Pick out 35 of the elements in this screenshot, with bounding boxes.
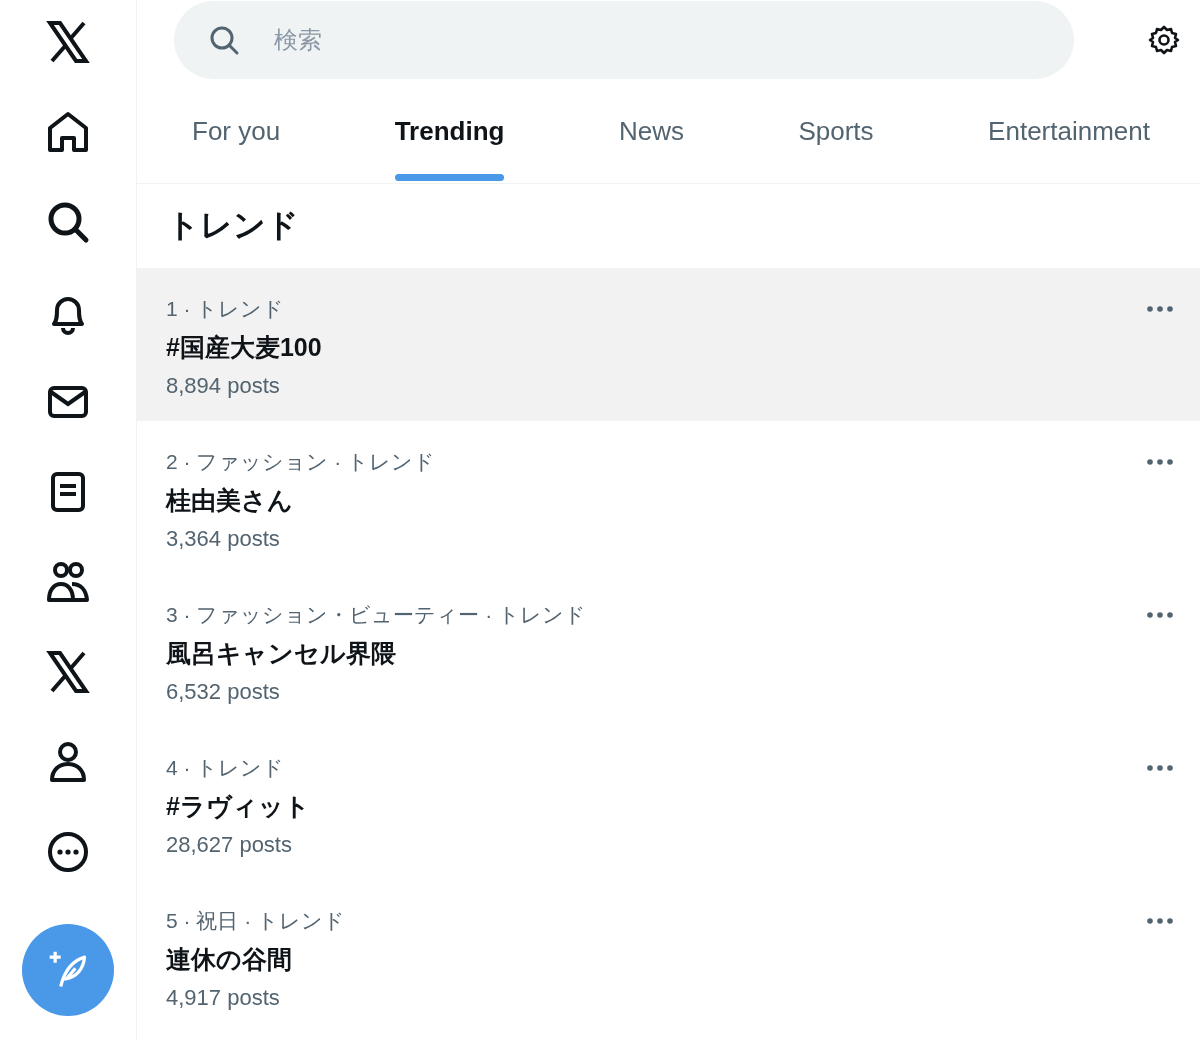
more-options-icon[interactable] xyxy=(1146,917,1174,925)
more-options-icon[interactable] xyxy=(1146,764,1174,772)
trend-item[interactable]: 5 · 祝日 · トレンド 連休の谷間 4,917 posts xyxy=(137,880,1200,1033)
trend-item[interactable]: 3 · ファッション・ビューティー · トレンド 風呂キャンセル界隈 6,532 posts xyxy=(137,574,1200,727)
trend-category: 5 · 祝日 · トレンド xyxy=(166,908,345,934)
post-count: 28,627 posts xyxy=(166,831,293,859)
section-heading: トレンド xyxy=(166,206,300,245)
tab[interactable]: Entertainment xyxy=(988,80,1150,183)
x-logo-icon[interactable] xyxy=(44,648,92,696)
search-field[interactable]: 検索 xyxy=(174,1,1074,79)
post-count: 8,894 posts xyxy=(166,372,281,400)
trend-category: 3 · ファッション・ビューティー · トレンド xyxy=(166,602,586,628)
trend-category: 1 · トレンド xyxy=(166,296,286,322)
more-options-icon[interactable] xyxy=(1146,458,1174,466)
post-count: 4,917 posts xyxy=(166,984,281,1012)
trend-item[interactable]: 4 · トレンド #ラヴィット 28,627 posts xyxy=(137,727,1200,880)
trend-title: #国産大麦100 xyxy=(166,332,322,363)
trend-title: 桂由美さん xyxy=(166,485,294,516)
trend-item[interactable]: 1 · トレンド #国産大麦100 8,894 posts xyxy=(137,268,1200,421)
post-count: 6,532 posts xyxy=(166,678,281,706)
trend-title: 風呂キャンセル界隈 xyxy=(166,638,397,669)
post-count: 3,364 posts xyxy=(166,525,281,553)
trend-item[interactable]: 2 · ファッション · トレンド 桂由美さん 3,364 posts xyxy=(137,421,1200,574)
tab[interactable]: News xyxy=(618,80,684,183)
settings-icon[interactable] xyxy=(1148,24,1180,56)
tab[interactable]: For you xyxy=(192,80,281,183)
more-options-icon[interactable] xyxy=(1146,611,1174,619)
trend-category: 2 · ファッション · トレンド xyxy=(166,449,435,475)
trend-title: 連休の谷間 xyxy=(166,944,293,975)
tab[interactable]: Sports xyxy=(798,80,874,183)
tab[interactable]: Trending xyxy=(394,80,505,183)
x-logo-icon[interactable] xyxy=(44,18,92,66)
more-options-icon[interactable] xyxy=(1146,305,1174,313)
trend-title: #ラヴィット xyxy=(166,791,310,822)
trend-category: 4 · トレンド xyxy=(166,755,286,781)
